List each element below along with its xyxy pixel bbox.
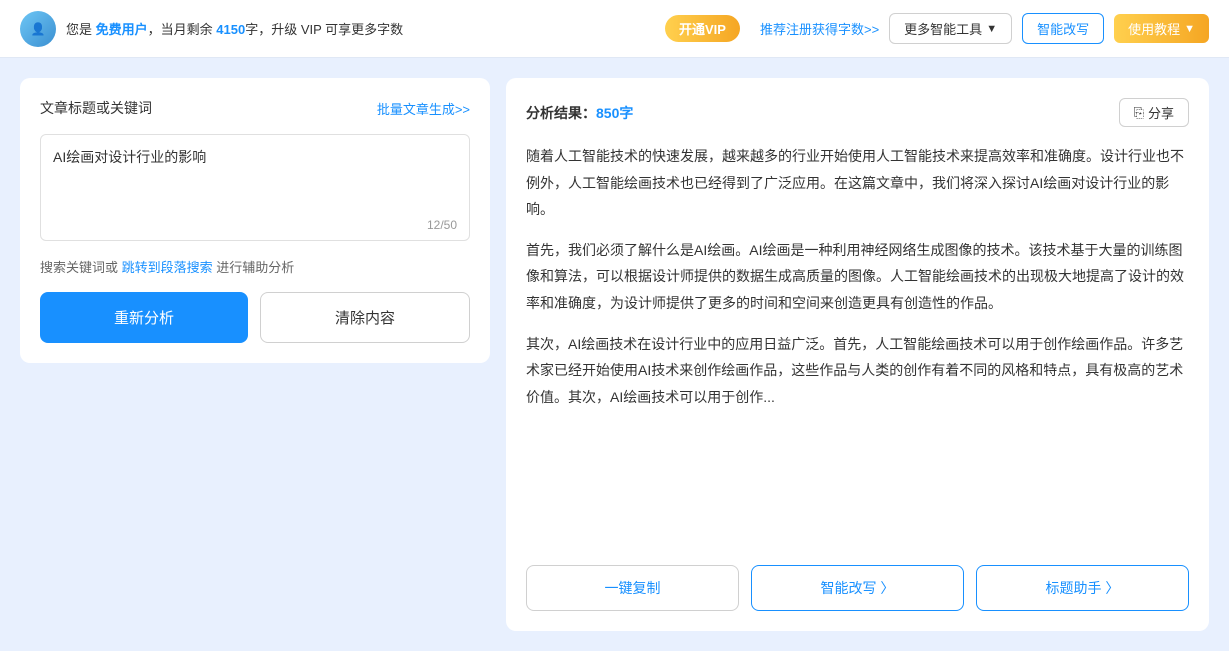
result-word-count: 850字	[596, 105, 633, 121]
title-helper-button[interactable]: 标题助手 〉	[976, 565, 1189, 611]
remaining-chars: 4150	[216, 22, 245, 37]
result-header: 分析结果：850字 ⎘ 分享	[526, 98, 1189, 127]
register-link[interactable]: 推荐注册获得字数>>	[760, 19, 879, 38]
result-paragraph-3: 其次，AI绘画技术在设计行业中的应用日益广泛。首先，人工智能绘画技术可以用于创作…	[526, 331, 1185, 411]
avatar: 👤	[20, 11, 56, 47]
helper-text2: 进行辅助分析	[216, 260, 294, 275]
result-content[interactable]: 随着人工智能技术的快速发展，越来越多的行业开始使用人工智能技术来提高效率和准确度…	[526, 143, 1189, 549]
char-count: 12/50	[427, 218, 457, 232]
main-content: 文章标题或关键词 批量文章生成>> AI绘画对设计行业的影响 12/50 搜索关…	[0, 58, 1229, 651]
helper-text1: 搜索关键词或	[40, 260, 118, 275]
textarea-wrapper: AI绘画对设计行业的影响 12/50	[40, 134, 470, 241]
helper-links: 搜索关键词或 跳转到段落搜索 进行辅助分析	[40, 257, 470, 276]
panel-header: 文章标题或关键词 批量文章生成>>	[40, 98, 470, 118]
more-tools-button[interactable]: 更多智能工具 ▼	[889, 13, 1012, 44]
result-title: 分析结果：850字	[526, 103, 633, 123]
chevron-down-icon: ▼	[986, 23, 997, 35]
panel-title: 文章标题或关键词	[40, 98, 152, 118]
copy-button[interactable]: 一键复制	[526, 565, 739, 611]
share-button[interactable]: ⎘ 分享	[1119, 98, 1189, 127]
right-panel: 分析结果：850字 ⎘ 分享 随着人工智能技术的快速发展，越来越多的行业开始使用…	[506, 78, 1209, 631]
open-vip-button[interactable]: 开通VIP	[665, 15, 740, 42]
smart-rewrite-top-button[interactable]: 智能改写	[1022, 13, 1104, 44]
vip-promo: 升级 VIP 可享更多字数	[271, 22, 403, 37]
clear-button[interactable]: 清除内容	[260, 292, 470, 343]
chevron-down-icon-tutorial: ▼	[1184, 23, 1195, 35]
action-buttons: 重新分析 清除内容	[40, 292, 470, 343]
jump-to-paragraph-link[interactable]: 跳转到段落搜索	[122, 260, 213, 275]
top-bar-right: 更多智能工具 ▼ 智能改写 使用教程 ▼	[889, 13, 1209, 44]
reanalyze-button[interactable]: 重新分析	[40, 292, 248, 343]
user-type: 免费用户	[96, 22, 148, 37]
share-icon: ⎘	[1134, 105, 1144, 121]
batch-generate-link[interactable]: 批量文章生成>>	[377, 99, 470, 118]
top-bar: 👤 您是 免费用户，当月剩余 4150字，升级 VIP 可享更多字数 开通VIP…	[0, 0, 1229, 58]
result-paragraph-2: 首先，我们必须了解什么是AI绘画。AI绘画是一种利用神经网络生成图像的技术。该技…	[526, 237, 1185, 317]
tutorial-button[interactable]: 使用教程 ▼	[1114, 14, 1209, 43]
result-paragraph-1: 随着人工智能技术的快速发展，越来越多的行业开始使用人工智能技术来提高效率和准确度…	[526, 143, 1185, 223]
user-info: 您是 免费用户，当月剩余 4150字，升级 VIP 可享更多字数	[66, 19, 655, 38]
smart-rewrite-button[interactable]: 智能改写 〉	[751, 565, 964, 611]
keyword-input[interactable]: AI绘画对设计行业的影响	[41, 135, 469, 235]
left-panel: 文章标题或关键词 批量文章生成>> AI绘画对设计行业的影响 12/50 搜索关…	[20, 78, 490, 363]
bottom-actions: 一键复制 智能改写 〉 标题助手 〉	[526, 565, 1189, 611]
